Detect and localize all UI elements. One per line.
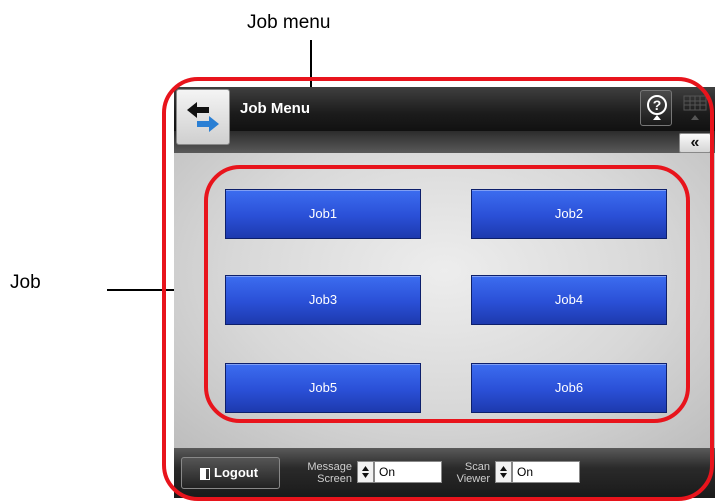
help-button[interactable]: ? bbox=[640, 90, 672, 126]
device-screen: Job Menu ? « Job1 Job2 Job3 Job4 Job5 Jo… bbox=[174, 87, 715, 498]
page-title: Job Menu bbox=[240, 100, 310, 117]
scan-viewer-stepper[interactable] bbox=[495, 461, 512, 483]
bottom-bar: Logout Message Screen On Scan Viewer On bbox=[174, 448, 715, 498]
job-menu-callout: Job menu bbox=[247, 12, 331, 33]
job-callout: Job bbox=[10, 272, 41, 293]
job-button-3[interactable]: Job3 bbox=[225, 275, 421, 325]
svg-text:?: ? bbox=[653, 97, 662, 113]
message-screen-label: Message Screen bbox=[307, 461, 352, 485]
keyboard-button[interactable] bbox=[678, 90, 712, 126]
logout-label: Logout bbox=[214, 465, 259, 480]
up-down-arrows-icon bbox=[362, 466, 369, 478]
help-icon: ? bbox=[647, 95, 667, 120]
scan-viewer-select[interactable]: On bbox=[512, 461, 580, 483]
message-screen-select[interactable]: On bbox=[374, 461, 442, 483]
job-button-1[interactable]: Job1 bbox=[225, 189, 421, 239]
job-button-6[interactable]: Job6 bbox=[471, 363, 667, 413]
logout-door-icon bbox=[200, 468, 210, 480]
collapse-button[interactable]: « bbox=[679, 133, 711, 153]
job-content-area: Job1 Job2 Job3 Job4 Job5 Job6 bbox=[174, 153, 715, 448]
job-button-5[interactable]: Job5 bbox=[225, 363, 421, 413]
keyboard-icon bbox=[683, 95, 707, 120]
scan-viewer-label: Scan Viewer bbox=[456, 461, 490, 485]
job-button-4[interactable]: Job4 bbox=[471, 275, 667, 325]
job-button-2[interactable]: Job2 bbox=[471, 189, 667, 239]
logout-button[interactable]: Logout bbox=[181, 457, 280, 489]
sub-bar bbox=[174, 131, 715, 153]
up-down-arrows-icon bbox=[500, 466, 507, 478]
message-screen-stepper[interactable] bbox=[357, 461, 374, 483]
back-button[interactable] bbox=[176, 89, 230, 145]
back-arrows-icon bbox=[187, 102, 219, 132]
